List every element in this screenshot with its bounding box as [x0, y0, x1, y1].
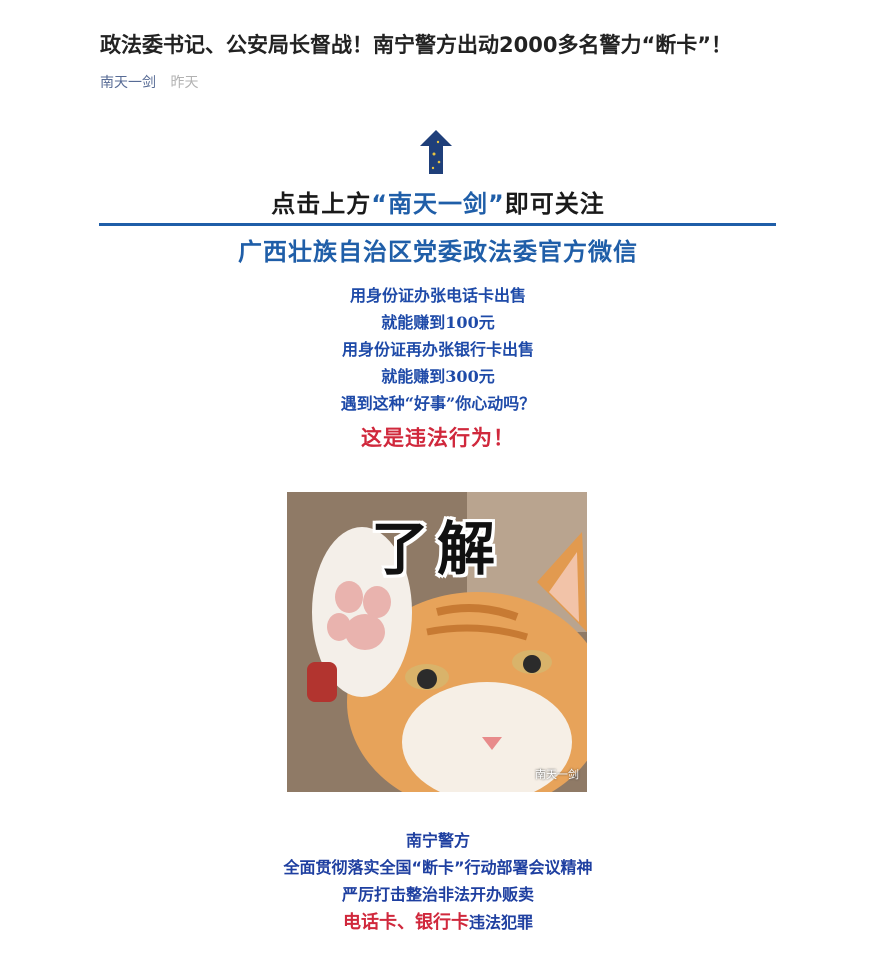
- intro-lines: 用身份证办张电话卡出售 就能赚到100元 用身份证再办张银行卡出售 就能赚到30…: [100, 282, 776, 417]
- closing-blue-text: 违法犯罪: [468, 913, 533, 932]
- divider-line: [99, 223, 776, 226]
- article-meta: 南天一剑 昨天: [100, 72, 198, 92]
- warning-text: 这是违法行为！: [361, 425, 515, 450]
- intro-line: 遇到这种“好事”你心动吗？: [340, 394, 536, 413]
- meme-caption: 了解: [370, 515, 503, 583]
- closing-red-text: 电话卡、银行卡: [342, 912, 469, 933]
- closing-block: 南宁警方 全面贯彻落实全国“断卡”行动部署会议精神 严厉打击整治非法开办贩卖 电…: [100, 827, 776, 938]
- intro-line: 用身份证再办张银行卡出售: [341, 340, 534, 359]
- official-account-label: 广西壮族自治区党委政法委官方微信: [238, 238, 638, 266]
- image-watermark: 南天一剑: [535, 768, 579, 781]
- closing-line: 电话卡、银行卡违法犯罪: [100, 908, 776, 938]
- follow-account[interactable]: “南天一剑”: [371, 190, 505, 218]
- publish-date: 昨天: [170, 75, 199, 91]
- intro-line: 用身份证办张电话卡出售: [349, 286, 526, 305]
- closing-line: 南宁警方: [405, 831, 470, 850]
- follow-prompt: 点击上方“南天一剑”即可关注: [100, 184, 776, 219]
- closing-line: 全面贯彻落实全国“断卡”行动部署会议精神: [283, 858, 593, 877]
- cat-meme-image[interactable]: 了解 南天一剑: [287, 492, 587, 792]
- closing-line: 严厉打击整治非法开办贩卖: [341, 885, 534, 904]
- intro-line: 就能赚到100元: [381, 313, 495, 332]
- intro-line: 就能赚到300元: [381, 367, 495, 386]
- author-link[interactable]: 南天一剑: [100, 75, 156, 91]
- follow-prefix: 点击上方: [271, 190, 372, 218]
- article-title: 政法委书记、公安局长督战！南宁警方出动2000多名警力“断卡”！: [100, 33, 733, 57]
- up-arrow-icon: [420, 130, 452, 174]
- follow-suffix: 即可关注: [504, 190, 605, 218]
